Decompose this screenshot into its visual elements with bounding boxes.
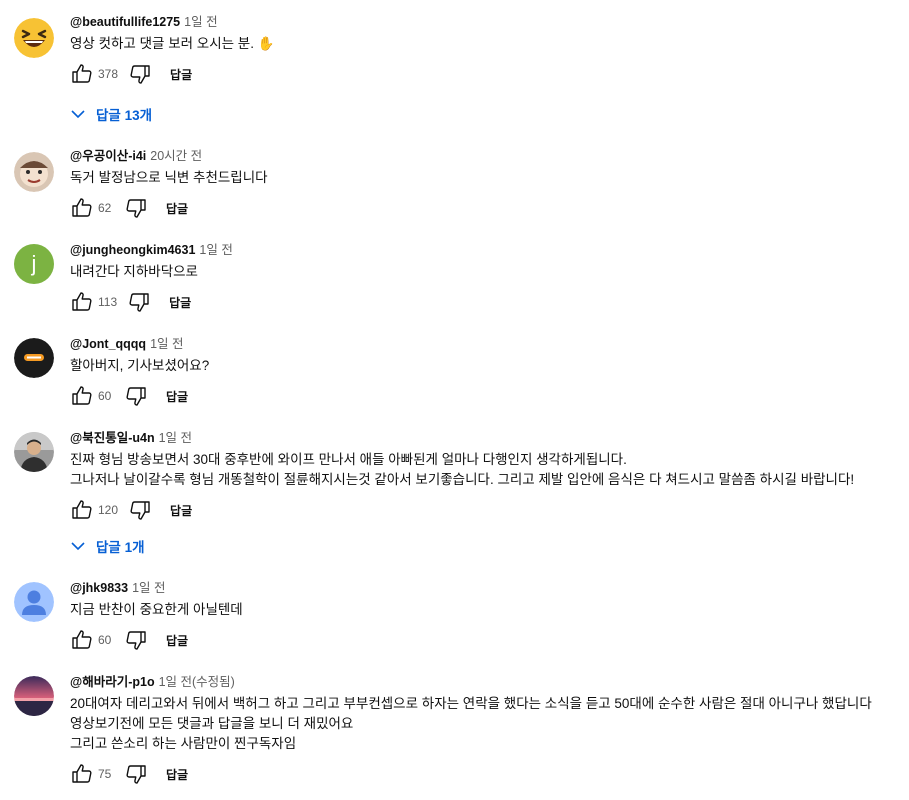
reply-button[interactable]: 답글: [170, 66, 192, 83]
thumbs-down-icon[interactable]: [128, 62, 152, 86]
person-photo-icon: [14, 432, 54, 472]
comment-text-line: 20대여자 데리고와서 뒤에서 백허그 하고 그리고 부부컨셉으로 하자는 연락…: [70, 696, 872, 711]
thumbs-up-icon[interactable]: [70, 384, 94, 408]
cartoon-face-icon: [14, 152, 54, 192]
comment-author[interactable]: @jungheongkim4631: [70, 243, 195, 257]
comment-author[interactable]: @북진통일-u4n: [70, 431, 155, 445]
reply-button[interactable]: 답글: [166, 200, 188, 217]
reply-button[interactable]: 답글: [166, 632, 188, 649]
comment-time[interactable]: 1일 전: [184, 15, 217, 29]
comment-text: 진짜 형님 방송보면서 30대 중후반에 와이프 만나서 애들 아빠된게 얼마나…: [70, 450, 909, 490]
comment-actions: 378 답글: [70, 62, 909, 86]
avatar[interactable]: [14, 152, 54, 192]
comment-time[interactable]: 1일 전: [132, 581, 165, 595]
comment-body: @jhk9833 1일 전 지금 반찬이 중요한게 아닐텐데 60 답글: [70, 580, 909, 652]
comment-text-line: 할아버지, 기사보셨어요?: [70, 358, 210, 373]
like-count: 113: [98, 295, 118, 309]
avatar[interactable]: [14, 676, 54, 716]
thumbs-down-icon[interactable]: [128, 498, 152, 522]
comment-text-line: 그나저나 날이갈수록 형님 개똥철학이 절륜해지시는것 같아서 보기좋습니다. …: [70, 472, 855, 487]
thumbs-down-icon[interactable]: [124, 762, 148, 786]
comment-text-line: 지금 반찬이 중요한게 아닐텐데: [70, 602, 243, 617]
like-count: 120: [98, 503, 119, 517]
chevron-down-icon: [71, 542, 85, 551]
avatar[interactable]: [14, 18, 54, 58]
comment-actions: 60 답글: [70, 384, 909, 408]
comment-text-line: 영상보기전에 모든 댓글과 답글을 보니 더 재밌어요: [70, 716, 354, 731]
avatar-letter: j: [31, 251, 37, 276]
dark-logo-icon: [14, 338, 54, 378]
comment-actions: 62 답글: [70, 196, 909, 220]
comment-text: 20대여자 데리고와서 뒤에서 백허그 하고 그리고 부부컨셉으로 하자는 연락…: [70, 694, 909, 754]
thumbs-down-icon[interactable]: [124, 384, 148, 408]
like-count: 62: [98, 201, 112, 215]
avatar[interactable]: [14, 582, 54, 622]
reply-button[interactable]: 답글: [170, 502, 192, 519]
comment-time[interactable]: 1일 전(수정됨): [159, 675, 235, 689]
view-replies-button[interactable]: 답글 1개: [70, 535, 145, 557]
comment-body: @beautifullife1275 1일 전 영상 컷하고 댓글 보러 오시는 …: [70, 14, 909, 86]
view-replies-button[interactable]: 답글 13개: [70, 103, 152, 125]
comment-text-line: 그리고 쓴소리 하는 사람만이 찐구독자임: [70, 736, 297, 751]
thumbs-down-icon[interactable]: [127, 290, 151, 314]
comment-text: 독거 발정남으로 닉변 추천드립니다: [70, 168, 909, 188]
comment-body: @Jont_qqqq 1일 전 할아버지, 기사보셨어요? 60 답글: [70, 336, 909, 408]
thumbs-up-icon[interactable]: [70, 196, 94, 220]
sunset-photo-icon: [14, 676, 54, 716]
laughing-emoji-icon: [14, 18, 54, 58]
comment-body: @우공이산-i4i 20시간 전 독거 발정남으로 닉변 추천드립니다 62 답글: [70, 148, 909, 220]
comment-actions: 75 답글: [70, 762, 909, 786]
comment-text: 할아버지, 기사보셨어요?: [70, 356, 909, 376]
thumbs-up-icon[interactable]: [70, 762, 94, 786]
comment-text-line: 내려간다 지하바닥으로: [70, 264, 198, 279]
reply-button[interactable]: 답글: [169, 294, 191, 311]
thumbs-up-icon[interactable]: [70, 498, 94, 522]
avatar[interactable]: [14, 338, 54, 378]
comment-text: 지금 반찬이 중요한게 아닐텐데: [70, 600, 909, 620]
comment-text-line: 진짜 형님 방송보면서 30대 중후반에 와이프 만나서 애들 아빠된게 얼마나…: [70, 452, 627, 467]
thumbs-up-icon[interactable]: [70, 62, 94, 86]
comment-text-line: 독거 발정남으로 닉변 추천드립니다: [70, 170, 268, 185]
avatar[interactable]: [14, 432, 54, 472]
reply-button[interactable]: 답글: [166, 388, 188, 405]
comment-text: 내려간다 지하바닥으로: [70, 262, 909, 282]
comment-text-line: 영상 컷하고 댓글 보러 오시는 분. ✋: [70, 36, 275, 51]
replies-count-label: 답글 13개: [96, 108, 153, 123]
comment-body: @북진통일-u4n 1일 전 진짜 형님 방송보면서 30대 중후반에 와이프 만…: [70, 430, 909, 522]
avatar[interactable]: j: [14, 244, 54, 284]
like-count: 60: [98, 633, 112, 647]
comment-time[interactable]: 1일 전: [150, 337, 183, 351]
chevron-down-icon: [71, 110, 85, 119]
comment-author[interactable]: @해바라기-p1o: [70, 675, 155, 689]
default-person-icon: [14, 582, 54, 622]
comment-time[interactable]: 1일 전: [199, 243, 232, 257]
replies-count-label: 답글 1개: [96, 540, 145, 555]
thumbs-up-icon[interactable]: [70, 628, 94, 652]
comment-actions: 120 답글: [70, 498, 909, 522]
comment-author[interactable]: @jhk9833: [70, 581, 128, 595]
thumbs-down-icon[interactable]: [124, 628, 148, 652]
comment-time[interactable]: 20시간 전: [150, 149, 202, 163]
comment-author[interactable]: @beautifullife1275: [70, 15, 180, 29]
thumbs-up-icon[interactable]: [70, 290, 94, 314]
comment-body: @jungheongkim4631 1일 전 내려간다 지하바닥으로 113 답글: [70, 242, 909, 314]
comment-actions: 113 답글: [70, 290, 909, 314]
comment-author[interactable]: @우공이산-i4i: [70, 149, 146, 163]
like-count: 75: [98, 767, 112, 781]
comment-time[interactable]: 1일 전: [159, 431, 192, 445]
reply-button[interactable]: 답글: [166, 766, 188, 783]
like-count: 378: [98, 67, 119, 81]
thumbs-down-icon[interactable]: [124, 196, 148, 220]
comment-author[interactable]: @Jont_qqqq: [70, 337, 146, 351]
like-count: 60: [98, 389, 112, 403]
comment-body: @해바라기-p1o 1일 전(수정됨) 20대여자 데리고와서 뒤에서 백허그 하…: [70, 674, 909, 786]
comment-actions: 60 답글: [70, 628, 909, 652]
comment-text: 영상 컷하고 댓글 보러 오시는 분. ✋: [70, 34, 909, 54]
